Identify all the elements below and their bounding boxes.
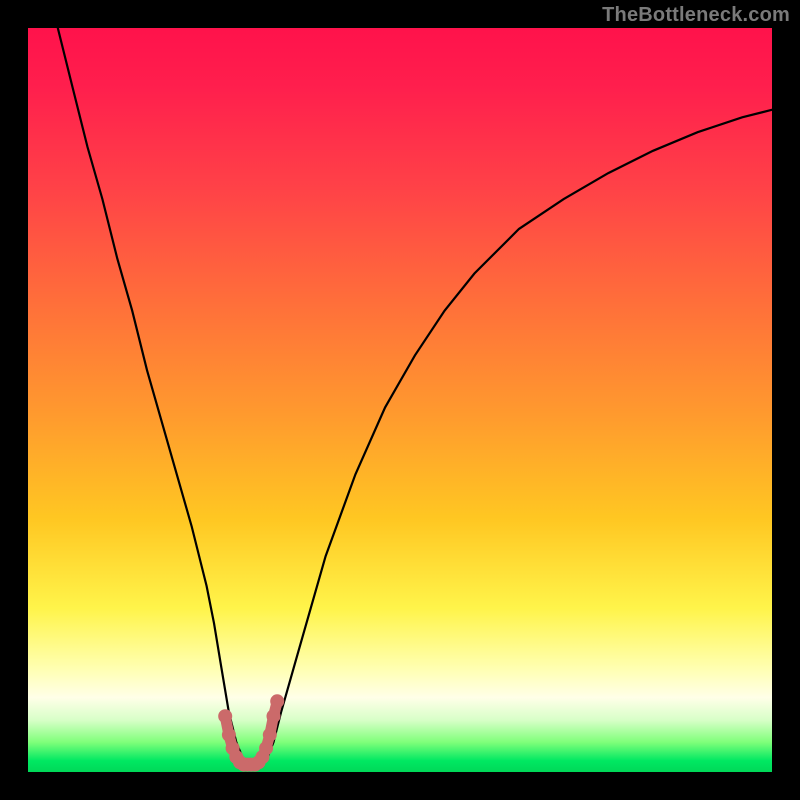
marker-dot [270, 694, 284, 708]
marker-dot [218, 709, 232, 723]
marker-dot [267, 709, 281, 723]
marker-dot [222, 728, 236, 742]
plot-area [28, 28, 772, 772]
watermark-text: TheBottleneck.com [602, 4, 790, 27]
bottleneck-curve [58, 28, 772, 768]
marker-dot [259, 741, 273, 755]
chart-frame: TheBottleneck.com [0, 0, 800, 800]
chart-svg [28, 28, 772, 772]
marker-dot [263, 728, 277, 742]
